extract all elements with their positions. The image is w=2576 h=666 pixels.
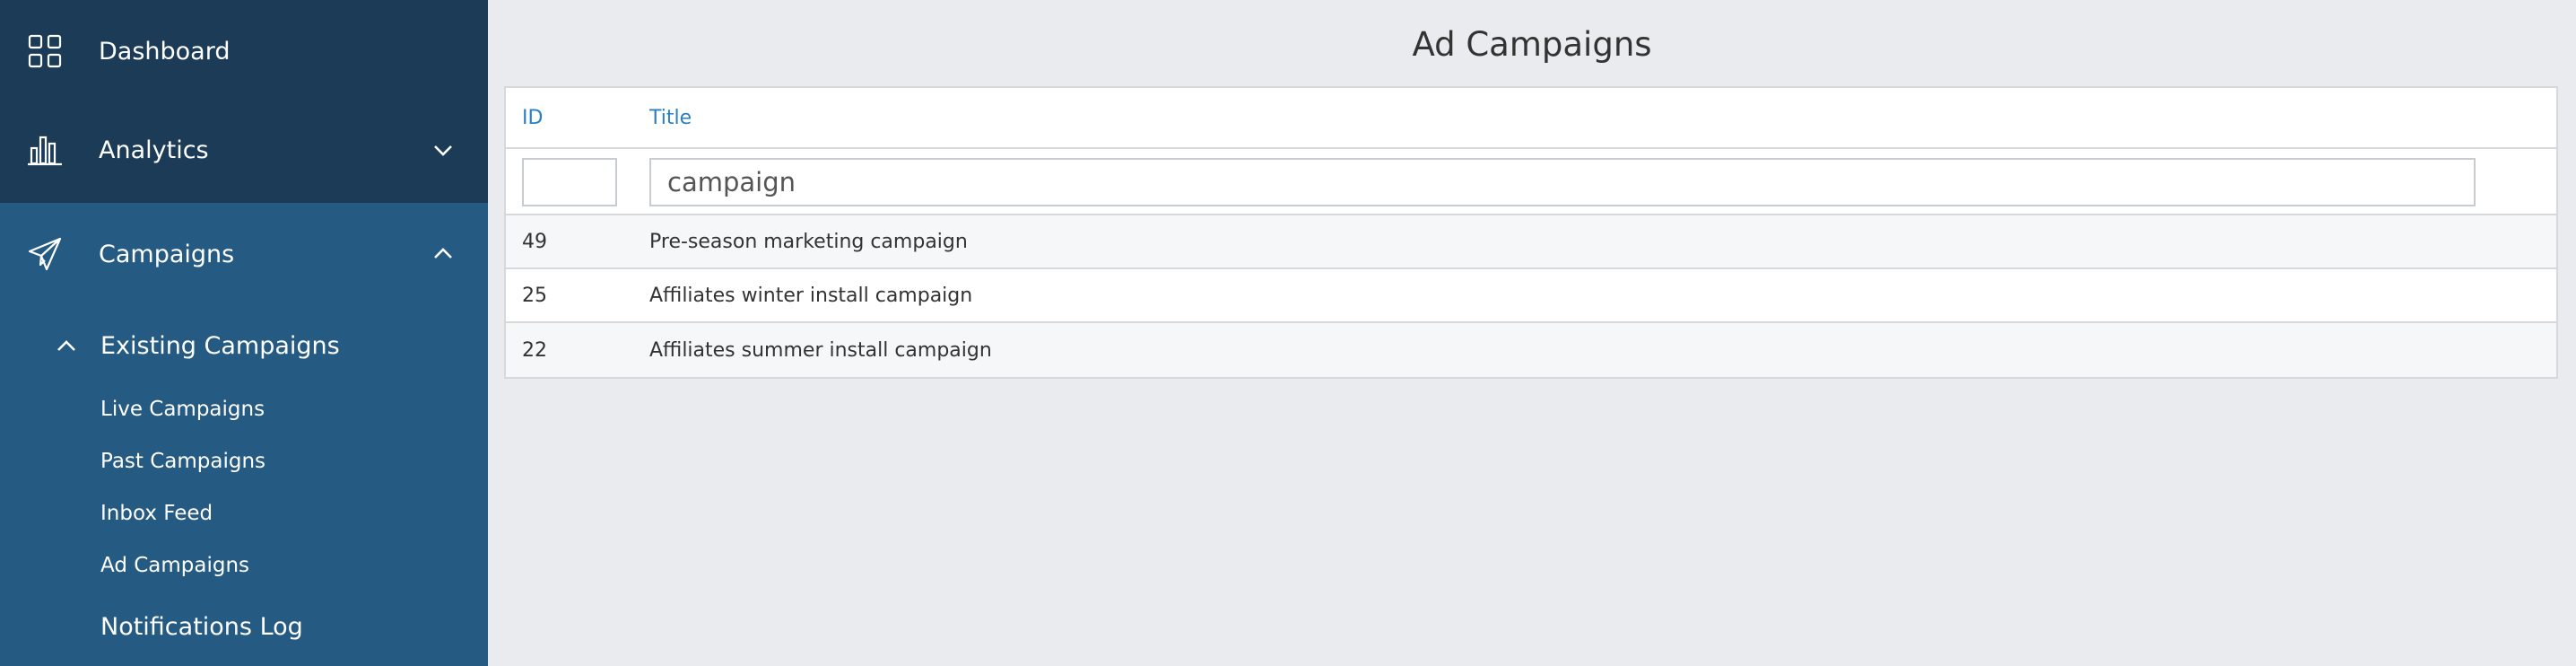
sidebar: Dashboard Analytics Campaigns Existing C…	[0, 0, 488, 666]
sidebar-top-section: Dashboard Analytics	[0, 0, 488, 203]
cell-title: Affiliates summer install campaign	[649, 338, 992, 362]
paper-plane-icon	[27, 236, 63, 272]
cell-id: 49	[522, 230, 547, 253]
table-row[interactable]: 25 Affiliates winter install campaign	[506, 269, 2556, 323]
sidebar-link-ad-campaigns[interactable]: Ad Campaigns	[100, 554, 249, 577]
title-filter-input[interactable]	[649, 158, 2476, 206]
table-header-row: ID Title	[506, 88, 2556, 149]
column-header-title[interactable]: Title	[649, 107, 692, 129]
table-filter-row	[506, 149, 2556, 215]
bar-chart-icon	[27, 132, 63, 168]
sidebar-item-notifications-log[interactable]: Notifications Log	[100, 613, 303, 641]
campaigns-table: ID Title 49 Pre-season marketing campaig…	[504, 86, 2558, 379]
sidebar-item-label: Existing Campaigns	[100, 332, 340, 360]
sidebar-item-label: Campaigns	[99, 240, 235, 268]
table-row[interactable]: 49 Pre-season marketing campaign	[506, 215, 2556, 269]
cell-id: 25	[522, 284, 547, 307]
sidebar-item-campaigns[interactable]: Campaigns	[0, 203, 488, 305]
grid-icon	[27, 33, 63, 69]
sidebar-item-label: Analytics	[99, 136, 209, 164]
id-filter-input[interactable]	[522, 158, 617, 206]
sidebar-link-past-campaigns[interactable]: Past Campaigns	[100, 450, 265, 473]
cell-title: Pre-season marketing campaign	[649, 230, 968, 253]
column-header-id[interactable]: ID	[522, 107, 543, 129]
sidebar-link-live-campaigns[interactable]: Live Campaigns	[100, 398, 265, 421]
sidebar-item-label: Dashboard	[99, 37, 231, 66]
chevron-down-icon[interactable]	[431, 137, 456, 162]
cell-title: Affiliates winter install campaign	[649, 284, 973, 307]
sidebar-item-analytics[interactable]: Analytics	[0, 99, 488, 201]
sidebar-item-dashboard[interactable]: Dashboard	[0, 0, 488, 102]
page-title: Ad Campaigns	[1412, 25, 1652, 64]
table-row[interactable]: 22 Affiliates summer install campaign	[506, 323, 2556, 377]
chevron-up-icon[interactable]	[431, 241, 456, 267]
cell-id: 22	[522, 338, 547, 362]
sidebar-link-inbox-feed[interactable]: Inbox Feed	[100, 502, 213, 525]
chevron-up-icon[interactable]	[54, 334, 79, 359]
main-content: Ad Campaigns ID Title 49 Pre-season mark…	[488, 0, 2576, 666]
sidebar-item-existing-campaigns[interactable]: Existing Campaigns	[0, 316, 488, 379]
